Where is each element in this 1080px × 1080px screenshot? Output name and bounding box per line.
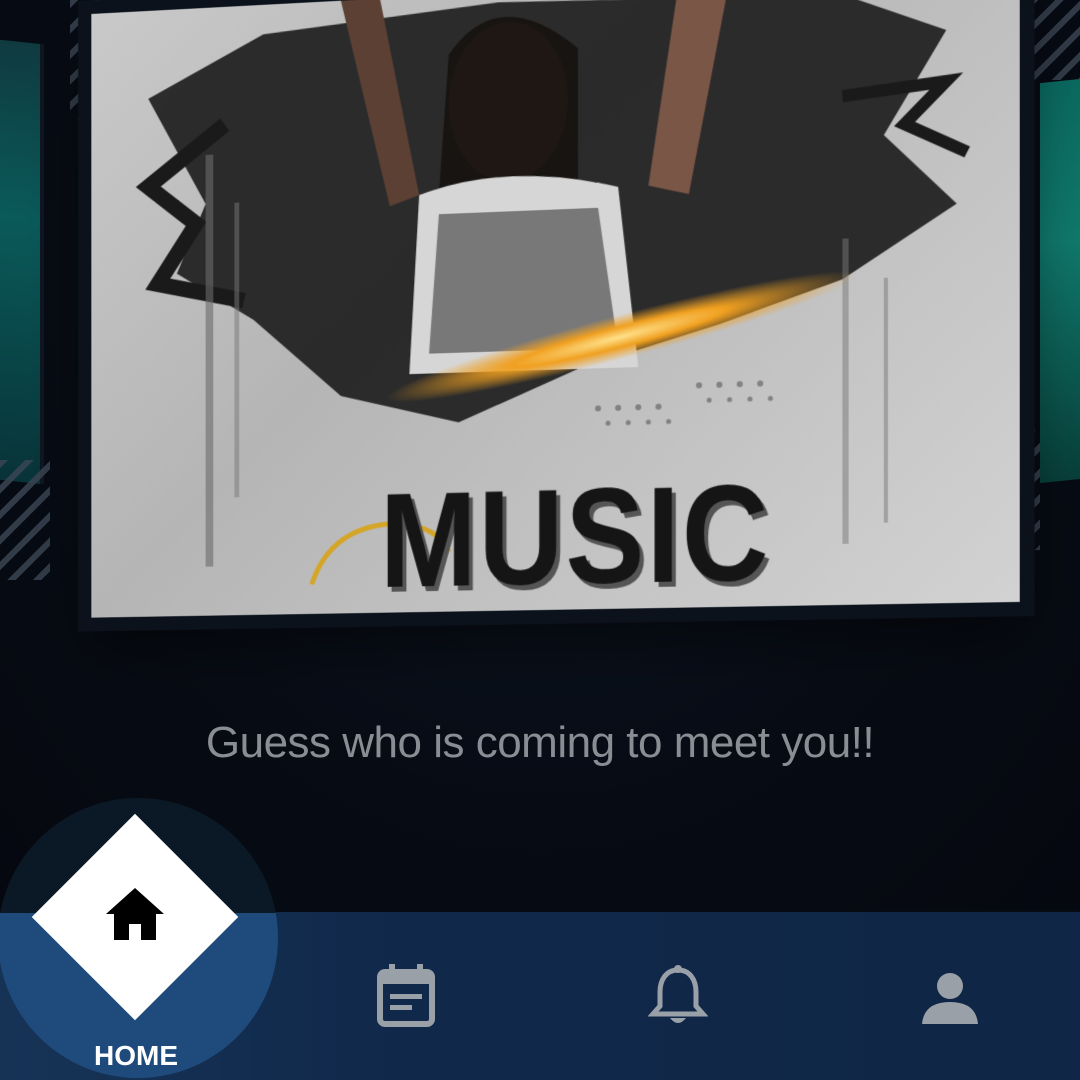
carousel-card-previous[interactable] bbox=[0, 36, 44, 485]
nav-label-home: HOME bbox=[86, 1040, 186, 1072]
calendar-icon[interactable] bbox=[376, 962, 436, 1028]
profile-icon[interactable] bbox=[918, 970, 982, 1026]
event-poster-card[interactable]: MUSIC bbox=[91, 0, 1019, 618]
decorative-stripes bbox=[0, 460, 50, 580]
bell-icon[interactable] bbox=[648, 964, 708, 1030]
poster-title: MUSIC bbox=[380, 454, 781, 618]
decorative-stripes bbox=[1030, 0, 1080, 80]
tagline: Guess who is coming to meet you!! bbox=[0, 718, 1080, 768]
carousel-card-next[interactable] bbox=[1040, 77, 1080, 483]
home-icon[interactable] bbox=[104, 886, 166, 942]
